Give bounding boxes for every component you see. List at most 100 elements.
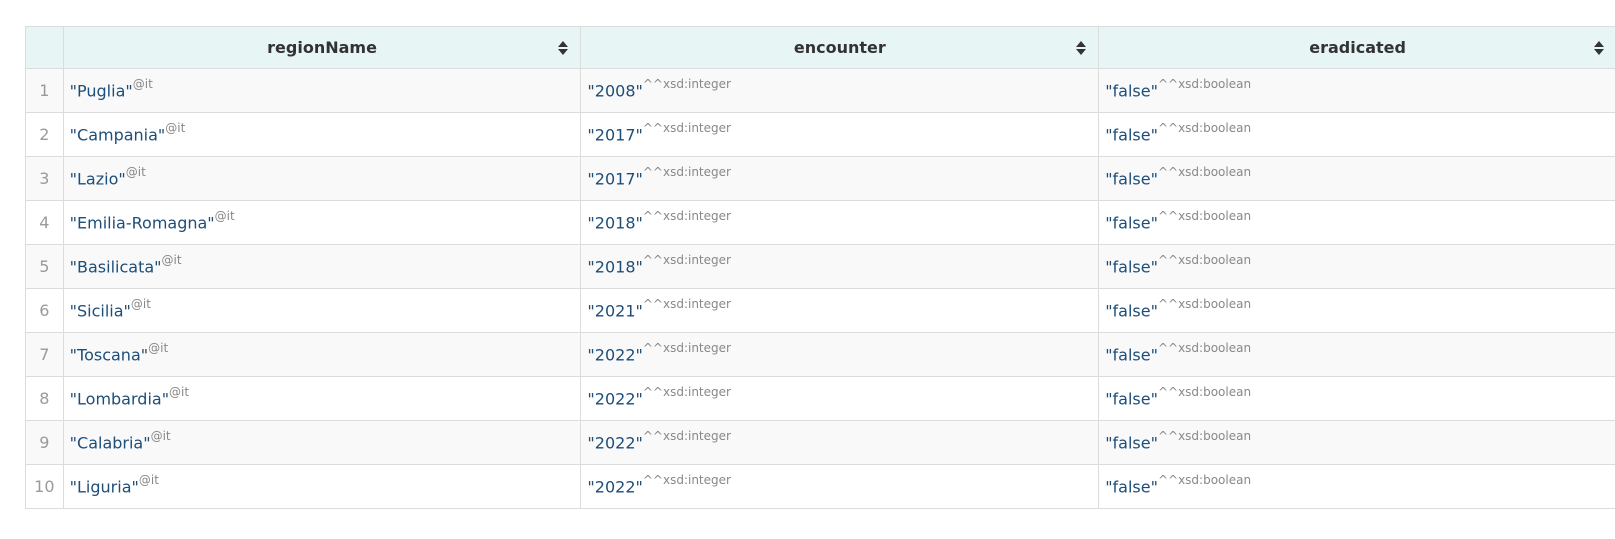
column-header-label: eradicated [1309, 38, 1406, 57]
sort-icon[interactable] [1075, 40, 1087, 56]
cell-regionName[interactable]: "Toscana"@it [62, 332, 582, 377]
datatype-annotation: ^^xsd:boolean [1157, 429, 1252, 443]
datatype-annotation: ^^xsd:boolean [1157, 341, 1252, 355]
cell-encounter[interactable]: "2018"^^xsd:integer [580, 244, 1100, 289]
cell-regionName[interactable]: "Campania"@it [62, 112, 582, 157]
column-header-encounter[interactable]: encounter [580, 26, 1100, 69]
literal-value: "Emilia-Romagna" [69, 213, 215, 233]
row-number: 6 [25, 288, 64, 333]
cell-encounter[interactable]: "2008"^^xsd:integer [580, 68, 1100, 113]
literal-value: "2008" [587, 81, 643, 101]
results-table-container: regionName encounter eradicated 1 "Pugli… [25, 26, 1615, 509]
row-number: 10 [25, 464, 64, 509]
literal-value: "Liguria" [69, 477, 139, 497]
cell-regionName[interactable]: "Emilia-Romagna"@it [62, 200, 582, 245]
cell-regionName[interactable]: "Liguria"@it [62, 464, 582, 509]
literal-value: "Lazio" [69, 169, 126, 189]
literal-value: "2022" [587, 433, 643, 453]
row-number: 4 [25, 200, 64, 245]
literal-value: "false" [1105, 477, 1158, 497]
datatype-annotation: ^^xsd:boolean [1157, 121, 1252, 135]
cell-encounter[interactable]: "2018"^^xsd:integer [580, 200, 1100, 245]
cell-eradicated[interactable]: "false"^^xsd:boolean [1098, 200, 1615, 245]
cell-regionName[interactable]: "Sicilia"@it [62, 288, 582, 333]
datatype-annotation: ^^xsd:boolean [1157, 77, 1252, 91]
column-header-regionName[interactable]: regionName [62, 26, 582, 69]
sort-icon[interactable] [557, 40, 569, 56]
cell-encounter[interactable]: "2022"^^xsd:integer [580, 332, 1100, 377]
table-header-row: regionName encounter eradicated [25, 26, 1615, 69]
cell-regionName[interactable]: "Lombardia"@it [62, 376, 582, 421]
cell-eradicated[interactable]: "false"^^xsd:boolean [1098, 288, 1615, 333]
datatype-annotation: ^^xsd:boolean [1157, 253, 1252, 267]
language-tag: @it [161, 253, 182, 267]
table-body: 1 "Puglia"@it "2008"^^xsd:integer "false"^^… [25, 68, 1615, 509]
cell-regionName[interactable]: "Basilicata"@it [62, 244, 582, 289]
row-number: 2 [25, 112, 64, 157]
datatype-annotation: ^^xsd:integer [642, 121, 731, 135]
row-number: 7 [25, 332, 64, 377]
literal-value: "false" [1105, 433, 1158, 453]
cell-eradicated[interactable]: "false"^^xsd:boolean [1098, 244, 1615, 289]
cell-regionName[interactable]: "Lazio"@it [62, 156, 582, 201]
datatype-annotation: ^^xsd:boolean [1157, 165, 1252, 179]
cell-eradicated[interactable]: "false"^^xsd:boolean [1098, 156, 1615, 201]
language-tag: @it [130, 297, 151, 311]
language-tag: @it [132, 77, 153, 91]
datatype-annotation: ^^xsd:integer [642, 297, 731, 311]
table-row: 5 "Basilicata"@it "2018"^^xsd:integer "fals… [25, 244, 1615, 289]
table-row: 1 "Puglia"@it "2008"^^xsd:integer "false"^^… [25, 68, 1615, 113]
language-tag: @it [214, 209, 235, 223]
literal-value: "2021" [587, 301, 643, 321]
literal-value: "false" [1105, 389, 1158, 409]
literal-value: "false" [1105, 257, 1158, 277]
row-number: 3 [25, 156, 64, 201]
cell-eradicated[interactable]: "false"^^xsd:boolean [1098, 68, 1615, 113]
table-row: 10 "Liguria"@it "2022"^^xsd:integer "false"… [25, 464, 1615, 509]
literal-value: "false" [1105, 169, 1158, 189]
language-tag: @it [150, 429, 171, 443]
row-number: 8 [25, 376, 64, 421]
literal-value: "false" [1105, 345, 1158, 365]
datatype-annotation: ^^xsd:integer [642, 209, 731, 223]
cell-eradicated[interactable]: "false"^^xsd:boolean [1098, 112, 1615, 157]
datatype-annotation: ^^xsd:boolean [1157, 385, 1252, 399]
language-tag: @it [125, 165, 146, 179]
literal-value: "Sicilia" [69, 301, 131, 321]
literal-value: "Lombardia" [69, 389, 170, 409]
language-tag: @it [169, 385, 190, 399]
literal-value: "2022" [587, 477, 643, 497]
cell-regionName[interactable]: "Calabria"@it [62, 420, 582, 465]
row-number: 9 [25, 420, 64, 465]
cell-encounter[interactable]: "2022"^^xsd:integer [580, 464, 1100, 509]
cell-eradicated[interactable]: "false"^^xsd:boolean [1098, 420, 1615, 465]
datatype-annotation: ^^xsd:integer [642, 165, 731, 179]
cell-encounter[interactable]: "2021"^^xsd:integer [580, 288, 1100, 333]
cell-eradicated[interactable]: "false"^^xsd:boolean [1098, 376, 1615, 421]
literal-value: "Calabria" [69, 433, 151, 453]
cell-eradicated[interactable]: "false"^^xsd:boolean [1098, 332, 1615, 377]
cell-encounter[interactable]: "2017"^^xsd:integer [580, 156, 1100, 201]
column-header-label: regionName [267, 38, 377, 57]
cell-regionName[interactable]: "Puglia"@it [62, 68, 582, 113]
datatype-annotation: ^^xsd:boolean [1157, 209, 1252, 223]
sort-icon[interactable] [1593, 40, 1605, 56]
literal-value: "Basilicata" [69, 257, 162, 277]
literal-value: "false" [1105, 301, 1158, 321]
table-row: 8 "Lombardia"@it "2022"^^xsd:integer "false… [25, 376, 1615, 421]
datatype-annotation: ^^xsd:boolean [1157, 297, 1252, 311]
table-row: 7 "Toscana"@it "2022"^^xsd:integer "false"^… [25, 332, 1615, 377]
datatype-annotation: ^^xsd:integer [642, 341, 731, 355]
results-table: regionName encounter eradicated 1 "Pugli… [25, 26, 1615, 509]
literal-value: "false" [1105, 125, 1158, 145]
language-tag: @it [165, 121, 186, 135]
literal-value: "2017" [587, 169, 643, 189]
cell-encounter[interactable]: "2022"^^xsd:integer [580, 420, 1100, 465]
cell-encounter[interactable]: "2017"^^xsd:integer [580, 112, 1100, 157]
datatype-annotation: ^^xsd:integer [642, 385, 731, 399]
column-header-eradicated[interactable]: eradicated [1098, 26, 1615, 69]
literal-value: "2018" [587, 257, 643, 277]
table-row: 4 "Emilia-Romagna"@it "2018"^^xsd:integer "… [25, 200, 1615, 245]
cell-eradicated[interactable]: "false"^^xsd:boolean [1098, 464, 1615, 509]
cell-encounter[interactable]: "2022"^^xsd:integer [580, 376, 1100, 421]
